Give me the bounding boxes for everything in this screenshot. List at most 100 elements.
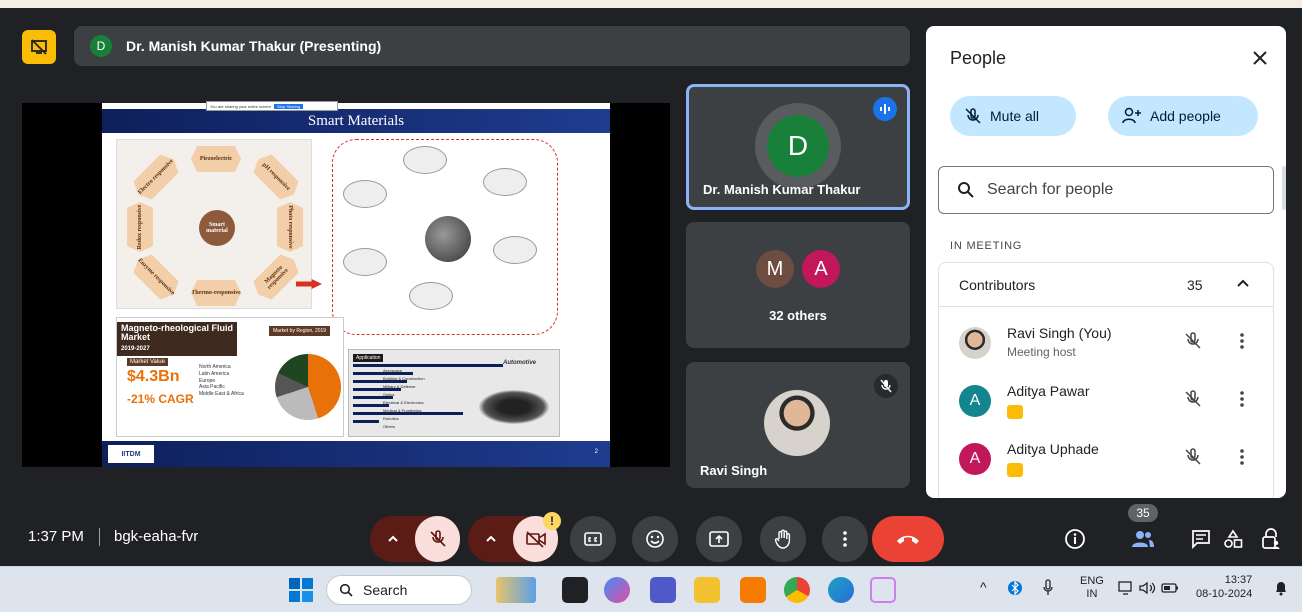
chrome-icon[interactable] — [784, 577, 810, 603]
stop-sharing-button[interactable]: Stop Sharing — [274, 103, 304, 109]
meeting-details-button[interactable] — [1060, 524, 1090, 554]
mic-control-group — [370, 516, 460, 562]
search-input[interactable] — [987, 181, 1237, 199]
presenter-tile-name: Dr. Manish Kumar Thakur — [703, 182, 861, 197]
chevron-up-icon — [485, 535, 496, 542]
participant-name: Aditya Uphade — [1007, 441, 1099, 457]
video-options-button[interactable] — [468, 516, 513, 562]
close-icon — [1253, 51, 1267, 65]
snipping-tool-icon[interactable] — [870, 577, 896, 603]
camera-warning-badge[interactable]: ! — [543, 512, 561, 530]
participant-photo — [959, 327, 991, 359]
add-people-button[interactable]: Add people — [1108, 96, 1258, 136]
audio-options-button[interactable] — [370, 516, 415, 562]
meet-window: D Dr. Manish Kumar Thakur (Presenting) S… — [0, 8, 1302, 566]
participant-name: Aditya Pawar — [1007, 383, 1090, 399]
legend-item: North America — [199, 364, 231, 370]
legend-item: Latin America — [199, 370, 230, 377]
shared-screen[interactable]: Smart Materials You are sharing your ent… — [22, 101, 670, 467]
more-options-icon[interactable] — [1239, 447, 1245, 472]
sealant-image — [493, 236, 537, 264]
language-bottom: IN — [1086, 587, 1098, 600]
petal-label: Electro responsive — [129, 150, 183, 204]
speaking-indicator-icon — [873, 97, 897, 121]
widgets-app-icon[interactable] — [496, 577, 536, 603]
captions-button[interactable] — [570, 516, 616, 562]
raise-hand-button[interactable] — [760, 516, 806, 562]
panel-scrollbar[interactable] — [1282, 166, 1286, 210]
more-options-icon[interactable] — [1239, 331, 1245, 356]
network-volume-battery-icons[interactable] — [1118, 579, 1182, 601]
windows-start-icon — [289, 578, 313, 602]
participant-row[interactable]: A Aditya Pawar — [939, 375, 1273, 431]
people-button[interactable] — [1128, 524, 1158, 554]
activities-button[interactable] — [1218, 524, 1248, 554]
contributors-header[interactable]: Contributors 35 — [939, 263, 1273, 307]
chat-button[interactable] — [1186, 524, 1216, 554]
application-item: Medical & Prosthetics — [383, 408, 422, 413]
add-people-label: Add people — [1150, 108, 1221, 124]
petal-label: Enzyme responsive — [129, 250, 183, 304]
mic-off-icon[interactable] — [1183, 331, 1203, 356]
mr-region-legend: North America Latin America Europe Asia … — [199, 364, 244, 398]
more-vert-icon — [843, 531, 847, 547]
self-tile-name: Ravi Singh — [700, 463, 768, 478]
mute-all-button[interactable]: Mute all — [950, 96, 1076, 136]
mic-off-icon[interactable] — [1183, 389, 1203, 414]
screen-recorder-icon[interactable] — [740, 577, 766, 603]
search-icon — [958, 182, 974, 198]
presenting-badge-icon — [1007, 405, 1023, 419]
more-options-button[interactable] — [822, 516, 868, 562]
mr-title: Magneto-rheological Fluid Market 2019-20… — [117, 322, 237, 356]
taskbar-search[interactable]: Search — [326, 575, 472, 605]
presenting-badge-icon — [1007, 463, 1023, 477]
participant-row[interactable]: A Aditya Uphade — [939, 433, 1273, 489]
mic-off-icon[interactable] — [1183, 447, 1203, 472]
people-search[interactable] — [938, 166, 1274, 214]
chevron-up-icon[interactable] — [1235, 275, 1251, 296]
light-switch-image — [409, 282, 453, 310]
taskbar-clock[interactable]: 13:37 08-10-2024 — [1196, 573, 1252, 602]
host-controls-button[interactable] — [1256, 524, 1286, 554]
clock-date: 08-10-2024 — [1196, 588, 1253, 601]
tile-presenter[interactable]: D Dr. Manish Kumar Thakur — [686, 84, 910, 210]
leave-call-button[interactable] — [872, 516, 944, 562]
application-list: Aerospace Building & Construction Milita… — [383, 367, 425, 431]
petal-label: Thermo-responsive — [191, 280, 241, 306]
tile-self[interactable]: Ravi Singh — [686, 362, 910, 488]
bluetooth-icon[interactable] — [1008, 579, 1022, 601]
application-label: Application — [353, 354, 384, 362]
task-view-icon[interactable] — [562, 577, 588, 603]
start-button[interactable] — [288, 577, 314, 603]
language-indicator[interactable]: ENG IN — [1080, 575, 1104, 600]
participant-row[interactable]: Ravi Singh (You) Meeting host — [939, 317, 1273, 373]
microphone-icon[interactable] — [1042, 579, 1054, 601]
presenter-label: Dr. Manish Kumar Thakur (Presenting) — [126, 38, 382, 54]
presentation-badge[interactable] — [22, 30, 56, 64]
tile-others[interactable]: M A 32 others — [686, 222, 910, 348]
edge-icon[interactable] — [828, 577, 854, 603]
presentation-off-icon — [31, 39, 47, 55]
teams-icon[interactable] — [650, 577, 676, 603]
reactions-button[interactable] — [632, 516, 678, 562]
file-explorer-icon[interactable] — [694, 577, 720, 603]
lock-person-icon — [1262, 528, 1280, 549]
chevron-up-icon — [387, 535, 398, 542]
notification-bell-icon[interactable] — [1274, 579, 1288, 601]
mr-market-value-label: Market Value — [127, 358, 168, 366]
chevron-up-icon[interactable]: ^ — [980, 579, 987, 595]
taskbar-search-label: Search — [363, 582, 408, 598]
others-avatar: A — [802, 250, 840, 288]
group-count: 35 — [1187, 277, 1203, 293]
presenter-avatar: D — [90, 35, 112, 57]
in-meeting-heading: IN MEETING — [950, 240, 1023, 252]
close-panel-button[interactable] — [1248, 46, 1272, 70]
slide-page-number: 2 — [594, 449, 598, 455]
application-item: Optics — [383, 392, 395, 397]
mic-toggle-button[interactable] — [415, 516, 460, 562]
copilot-icon[interactable] — [604, 577, 630, 603]
more-options-icon[interactable] — [1239, 389, 1245, 414]
present-button[interactable] — [696, 516, 742, 562]
mr-market-infographic: Magneto-rheological Fluid Market 2019-20… — [116, 317, 344, 437]
mic-off-icon — [965, 108, 981, 124]
